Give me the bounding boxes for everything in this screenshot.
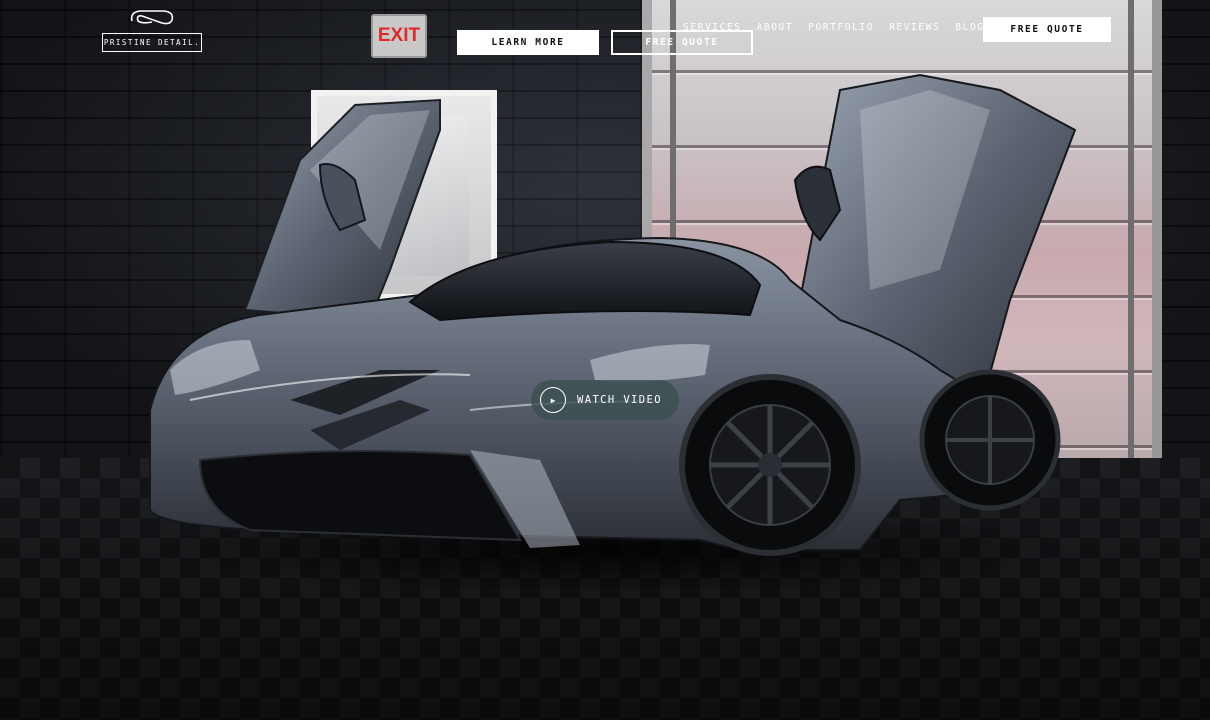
learn-more-button[interactable]: LEARN MORE <box>457 30 599 55</box>
watch-video-label: WATCH VIDEO <box>577 394 662 406</box>
nav-item-portfolio[interactable]: PORTFOLIO <box>808 22 874 33</box>
play-icon: ▶ <box>540 387 566 413</box>
hero-section: EXIT <box>0 0 1210 720</box>
brand-logo[interactable]: PRISTINE DETAIL. <box>102 8 202 54</box>
brand-name: PRISTINE DETAIL. <box>102 33 202 52</box>
watch-video-button[interactable]: ▶ WATCH VIDEO <box>531 380 679 420</box>
nav-item-services[interactable]: SERVICES <box>683 22 742 33</box>
nav-item-blog[interactable]: BLOG <box>955 22 984 33</box>
nav-item-reviews[interactable]: REVIEWS <box>889 22 940 33</box>
logo-mark-icon <box>130 10 174 25</box>
nav-free-quote-button[interactable]: FREE QUOTE <box>983 17 1111 42</box>
hero-free-quote-button[interactable]: FREE QUOTE <box>611 30 753 55</box>
main-nav: SERVICES ABOUT PORTFOLIO REVIEWS BLOG <box>683 22 1000 33</box>
nav-item-about[interactable]: ABOUT <box>757 22 794 33</box>
sports-car-image <box>140 73 1080 590</box>
exit-sign: EXIT <box>371 14 427 58</box>
